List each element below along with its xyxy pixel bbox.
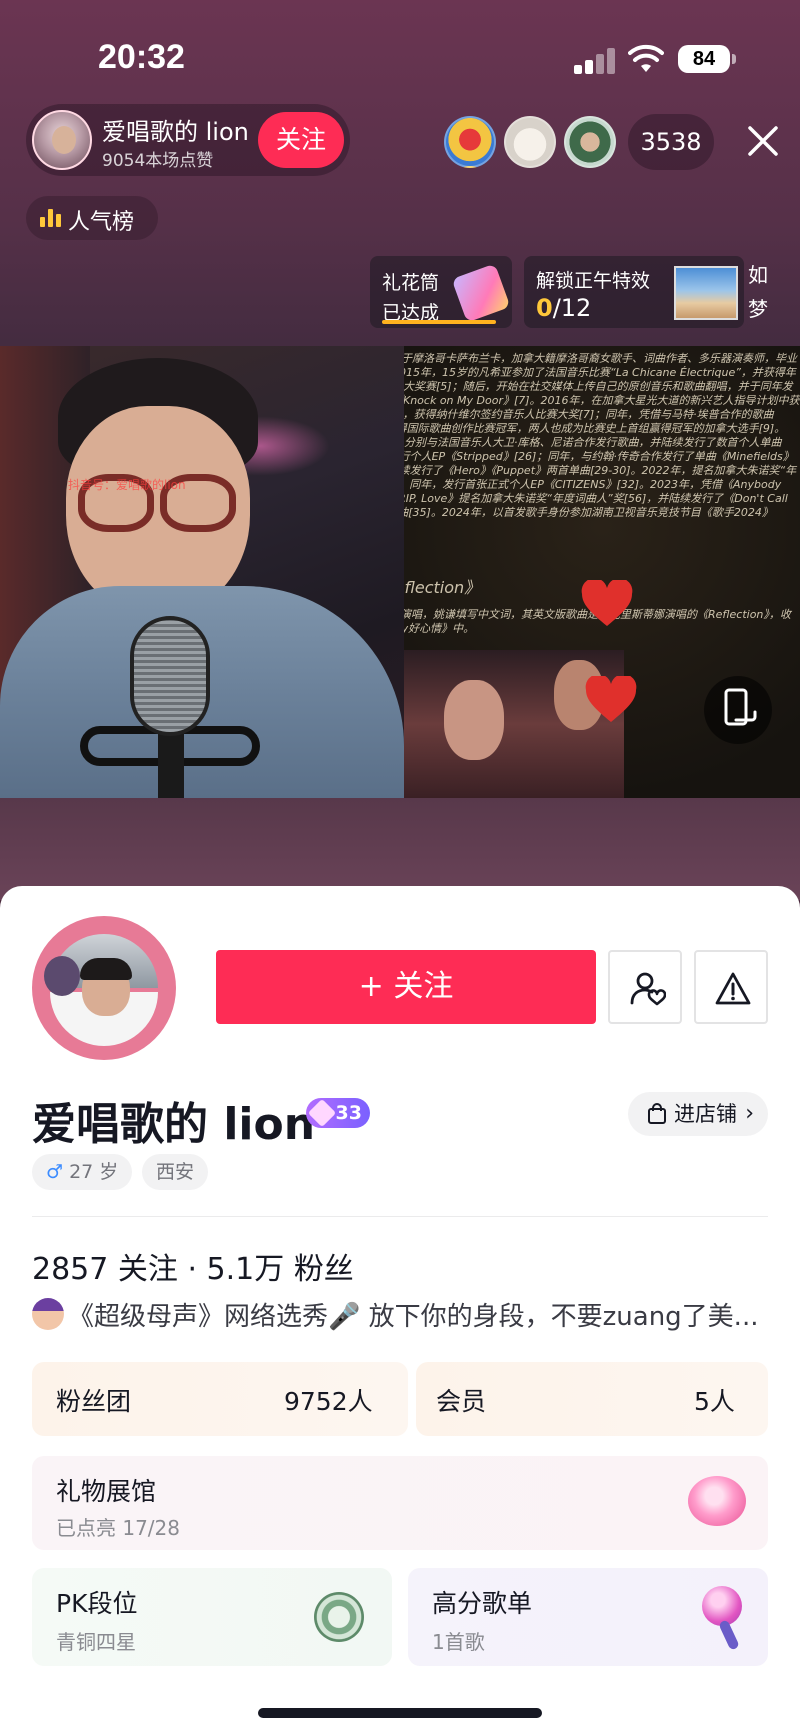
person-emoji-icon — [32, 1298, 64, 1330]
rotate-screen-icon — [724, 688, 757, 726]
member-title: 会员 — [436, 1387, 487, 1416]
live-video[interactable]: 2000年7月5日出生于摩洛哥卡萨布兰卡，加拿大籍摩洛哥裔女歌手、词曲作者、多乐… — [0, 346, 800, 798]
host-likes: 9054本场点赞 — [102, 151, 214, 171]
gift-hall-icon — [688, 1476, 746, 1526]
chevron-right-icon: › — [745, 1101, 754, 1126]
gift-goal-progress — [382, 320, 496, 324]
viewer-avatar-2[interactable] — [504, 116, 556, 168]
shopping-bag-icon — [648, 1103, 666, 1124]
age-text: 27 岁 — [69, 1161, 119, 1183]
ranking-bars-icon — [40, 209, 62, 227]
close-icon[interactable] — [744, 122, 782, 160]
host-name: 爱唱歌的 lion — [102, 118, 249, 146]
fan-club-title: 粉丝团 — [56, 1387, 132, 1416]
pk-rank-level: 青铜四星 — [56, 1630, 136, 1654]
following-label[interactable]: 关注 — [118, 1252, 178, 1287]
song-list-count: 1首歌 — [432, 1630, 485, 1654]
unlock-side-label: 如梦 — [748, 263, 768, 321]
gift-hall-title: 礼物展馆 — [56, 1477, 157, 1506]
host-avatar[interactable] — [32, 110, 92, 170]
host-follow-button[interactable]: 关注 — [258, 112, 344, 168]
member-card[interactable]: 会员 5人 — [416, 1362, 768, 1436]
viewer-avatar-1[interactable] — [444, 116, 496, 168]
unlock-total: /12 — [552, 294, 592, 322]
microphone-icon — [702, 1586, 742, 1626]
follow-stats: 2857 关注 · 5.1万 粉丝 — [32, 1244, 354, 1288]
heart-gift-icon — [585, 676, 637, 722]
warning-icon — [715, 972, 751, 1005]
popularity-ranking-button[interactable]: 人气榜 — [26, 196, 158, 240]
profile-avatar[interactable] — [32, 916, 176, 1060]
level-number: 33 — [335, 1102, 362, 1124]
cellular-signal-icon — [574, 48, 616, 74]
pk-badge-icon — [314, 1592, 364, 1642]
divider — [32, 1216, 768, 1217]
fans-count[interactable]: 5.1万 — [207, 1252, 285, 1287]
fan-club-card[interactable]: 粉丝团 9752人 — [32, 1362, 408, 1436]
microphone-icon — [130, 616, 210, 736]
concert-crowd-image — [404, 650, 624, 798]
report-button[interactable] — [694, 950, 768, 1024]
host-info-pill[interactable]: 爱唱歌的 lion 9054本场点赞 关注 — [26, 104, 350, 176]
unlock-effect-title: 解锁正午特效 — [536, 270, 651, 292]
fan-club-count: 9752人 — [284, 1387, 373, 1416]
follow-button[interactable]: + 关注 — [216, 950, 596, 1024]
effect-thumbnail — [674, 266, 738, 320]
wifi-icon — [628, 44, 664, 72]
following-count[interactable]: 2857 — [32, 1252, 108, 1287]
male-icon: ♂ — [46, 1161, 64, 1183]
battery-tip-icon — [732, 54, 736, 64]
gift-hall-card[interactable]: 礼物展馆 已点亮 17/28 — [32, 1456, 768, 1550]
profile-bio-text: 《超级母声》网络选秀🎤 放下你的身段，不要zuang了美... — [68, 1302, 759, 1332]
status-time: 20:32 — [98, 38, 185, 76]
heart-gift-icon — [581, 580, 633, 626]
gift-hall-progress: 已点亮 17/28 — [56, 1516, 180, 1540]
fans-label[interactable]: 粉丝 — [294, 1252, 354, 1287]
profile-name: 爱唱歌的 lion — [32, 1099, 316, 1150]
member-count: 5人 — [694, 1387, 735, 1416]
stats-separator: · — [187, 1252, 197, 1287]
party-popper-icon — [451, 263, 511, 323]
shop-label: 进店铺 — [674, 1102, 737, 1126]
ranking-label: 人气榜 — [68, 210, 135, 235]
viewer-avatar-3[interactable] — [564, 116, 616, 168]
viewer-count[interactable]: 3538 — [628, 114, 714, 170]
home-indicator[interactable] — [258, 1708, 542, 1718]
friend-button[interactable] — [608, 950, 682, 1024]
unlock-current: 0 — [536, 294, 553, 322]
song-list-title: 高分歌单 — [432, 1589, 533, 1618]
profile-bio[interactable]: 《超级母声》网络选秀🎤 放下你的身段，不要zuang了美... — [32, 1296, 772, 1333]
pk-rank-title: PK段位 — [56, 1589, 138, 1618]
gift-goal-card[interactable]: 礼花筒 已达成 — [370, 256, 512, 328]
video-watermark: 抖音号：爱唱歌的lion — [68, 478, 186, 492]
unlock-effect-card[interactable]: 解锁正午特效 0/12 — [524, 256, 744, 328]
unlock-effect-progress: 0/12 — [536, 294, 591, 322]
gender-age-tag: ♂ 27 岁 — [32, 1154, 133, 1190]
rotate-screen-button[interactable] — [704, 676, 772, 744]
add-friend-icon — [630, 972, 666, 1006]
microphone-handle — [718, 1619, 740, 1651]
location-tag: 西安 — [142, 1154, 209, 1190]
battery-indicator: 84 — [678, 45, 730, 73]
status-bar: 20:32 84 — [0, 0, 800, 110]
gift-goal-name: 礼花筒 — [382, 272, 440, 294]
streamer-camera: 抖音号：爱唱歌的lion — [0, 346, 404, 798]
diamond-icon — [307, 1098, 337, 1128]
song-list-card[interactable]: 高分歌单 1首歌 — [408, 1568, 768, 1666]
profile-card-sheet: + 关注 爱唱歌的 lion 33 进店铺 › ♂ 27 岁 西安 2857 关… — [0, 886, 800, 1734]
pk-rank-card[interactable]: PK段位 青铜四星 — [32, 1568, 392, 1666]
level-badge[interactable]: 33 — [306, 1098, 370, 1128]
shop-button[interactable]: 进店铺 › — [628, 1092, 768, 1136]
